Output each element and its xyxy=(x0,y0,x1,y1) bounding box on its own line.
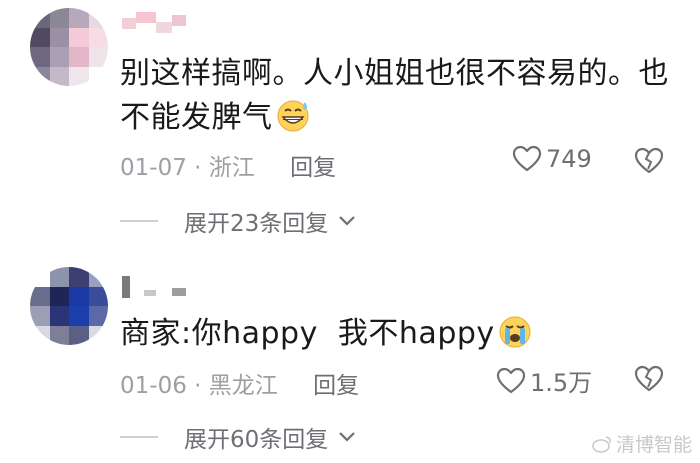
loudly-crying-emoji xyxy=(499,316,531,348)
heart-icon xyxy=(512,145,542,172)
watermark-text: 清博智能 xyxy=(615,434,692,456)
expand-divider-line xyxy=(120,436,158,438)
comment-location: 浙江 xyxy=(208,155,255,181)
comment-meta: 01-07 · 浙江 回复 xyxy=(120,148,336,182)
comment-text: 别这样搞啊。人小姐姐也很不容易的。也 不能发脾气 xyxy=(120,52,669,140)
like-button[interactable]: 1.5万 xyxy=(496,363,592,398)
username-blurred[interactable] xyxy=(122,276,186,298)
expand-replies-button[interactable]: 展开23条回复 xyxy=(120,204,356,238)
expand-divider-line xyxy=(120,220,158,222)
dislike-icon[interactable] xyxy=(634,147,664,175)
comment-location: 黑龙江 xyxy=(208,373,278,399)
expand-replies-label: 展开60条回复 xyxy=(184,427,329,453)
comment-text-line-2: 不能发脾气 xyxy=(120,96,669,140)
meta-separator: · xyxy=(194,373,202,399)
comment-meta: 01-06 · 黑龙江 回复 xyxy=(120,366,359,400)
username-blurred[interactable] xyxy=(122,12,186,34)
expand-replies-button[interactable]: 展开60条回复 xyxy=(120,420,356,454)
chevron-down-icon xyxy=(339,432,356,442)
comment-text-line-1: 商家:你happy 我不happy xyxy=(120,312,533,356)
watermark: 清博智能 xyxy=(592,430,692,457)
comment-text: 商家:你happy 我不happy xyxy=(120,312,533,356)
like-count: 749 xyxy=(546,145,592,173)
grinning-sweat-emoji xyxy=(277,100,308,132)
reply-button[interactable]: 回复 xyxy=(313,373,359,399)
comment-date: 01-06 xyxy=(120,373,187,399)
avatar[interactable] xyxy=(30,267,108,345)
comment-item-1: 别这样搞啊。人小姐姐也很不容易的。也 不能发脾气 01-07 · 浙江 回复 7… xyxy=(0,0,700,240)
heart-icon xyxy=(496,367,526,393)
comment-text-line-2-text: 不能发脾气 xyxy=(120,100,273,135)
like-button[interactable]: 749 xyxy=(512,145,592,173)
comment-text-line-1: 别这样搞啊。人小姐姐也很不容易的。也 xyxy=(120,56,669,91)
comment-date: 01-07 xyxy=(120,155,187,181)
chevron-down-icon xyxy=(339,216,356,226)
weibo-logo-icon xyxy=(592,435,611,453)
reply-button[interactable]: 回复 xyxy=(290,155,336,181)
like-count: 1.5万 xyxy=(530,369,593,397)
dislike-icon[interactable] xyxy=(634,365,664,393)
expand-replies-label: 展开23条回复 xyxy=(184,211,329,237)
meta-separator: · xyxy=(194,155,202,181)
comment-text-line-1-text: 商家:你happy 我不happy xyxy=(120,316,495,351)
avatar[interactable] xyxy=(30,8,108,86)
